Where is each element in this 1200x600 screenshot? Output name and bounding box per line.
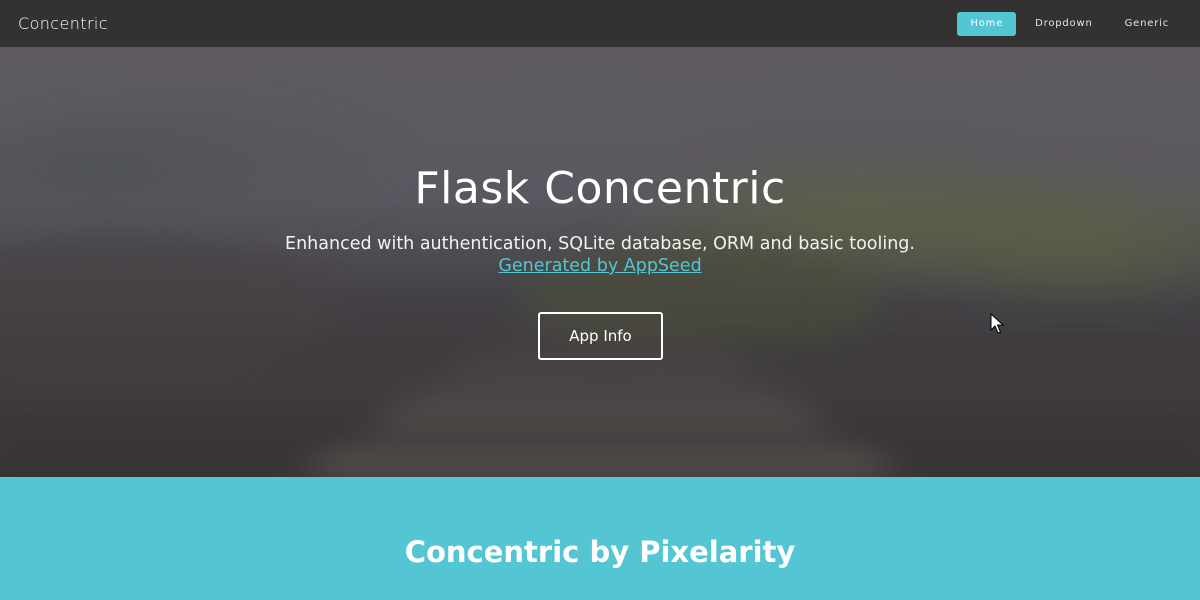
mouse-pointer-icon xyxy=(990,313,1004,334)
hero-title: Flask Concentric xyxy=(414,163,786,214)
appseed-link[interactable]: Generated by AppSeed xyxy=(498,256,701,276)
intro-band: Concentric by Pixelarity xyxy=(0,477,1200,600)
nav-item-home[interactable]: Home xyxy=(957,11,1017,36)
top-navbar: Concentric Home Dropdown Generic xyxy=(0,0,1200,47)
hero-link-line: Generated by AppSeed xyxy=(0,255,1200,277)
band-title: Concentric by Pixelarity xyxy=(404,535,796,569)
hero-subtitle: Enhanced with authentication, SQLite dat… xyxy=(285,234,915,254)
main-nav: Home Dropdown Generic xyxy=(957,11,1182,36)
hero-banner: Flask Concentric Enhanced with authentic… xyxy=(0,47,1200,477)
nav-item-generic[interactable]: Generic xyxy=(1112,12,1182,36)
brand-logo-text[interactable]: Concentric xyxy=(18,14,108,33)
hero-content: Flask Concentric Enhanced with authentic… xyxy=(0,47,1200,477)
nav-item-dropdown[interactable]: Dropdown xyxy=(1022,12,1105,36)
app-info-button[interactable]: App Info xyxy=(538,312,663,360)
